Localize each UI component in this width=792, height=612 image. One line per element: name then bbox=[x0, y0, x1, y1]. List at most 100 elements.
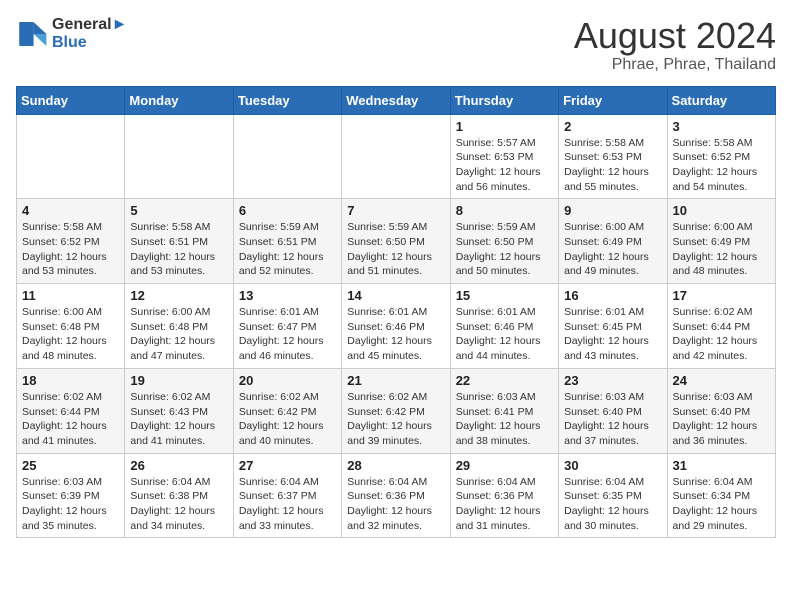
cell-w2-d7: 10 Sunrise: 6:00 AMSunset: 6:49 PMDayligh… bbox=[667, 199, 775, 284]
cell-w3-d5: 15Sunrise: 6:01 AMSunset: 6:46 PMDayligh… bbox=[450, 284, 558, 369]
day-info: Sunrise: 6:01 AMSunset: 6:47 PMDaylight:… bbox=[239, 305, 336, 364]
header-sunday: Sunday bbox=[17, 86, 125, 114]
day-number: 2 bbox=[564, 119, 661, 134]
day-info: Sunrise: 6:01 AMSunset: 6:46 PMDaylight:… bbox=[456, 305, 553, 364]
cell-w1-d2 bbox=[125, 114, 233, 199]
day-number: 21 bbox=[347, 373, 444, 388]
day-info: Sunrise: 5:59 AMSunset: 6:50 PMDaylight:… bbox=[456, 220, 553, 279]
cell-w5-d4: 28 Sunrise: 6:04 AMSunset: 6:36 PMDayligh… bbox=[342, 453, 450, 538]
day-number: 6 bbox=[239, 203, 336, 218]
calendar-table: Sunday Monday Tuesday Wednesday Thursday… bbox=[16, 86, 776, 539]
day-info: Sunrise: 6:03 AMSunset: 6:40 PMDaylight:… bbox=[564, 390, 661, 449]
day-number: 24 bbox=[673, 373, 770, 388]
cell-w2-d2: 5 Sunrise: 5:58 AMSunset: 6:51 PMDaylight… bbox=[125, 199, 233, 284]
cell-w4-d4: 21Sunrise: 6:02 AMSunset: 6:42 PMDayligh… bbox=[342, 368, 450, 453]
day-info: Sunrise: 6:03 AMSunset: 6:40 PMDaylight:… bbox=[673, 390, 770, 449]
day-info: Sunrise: 6:04 AMSunset: 6:36 PMDaylight:… bbox=[347, 475, 444, 534]
day-number: 31 bbox=[673, 458, 770, 473]
cell-w2-d3: 6 Sunrise: 5:59 AMSunset: 6:51 PMDaylight… bbox=[233, 199, 341, 284]
day-number: 28 bbox=[347, 458, 444, 473]
day-number: 4 bbox=[22, 203, 119, 218]
day-info: Sunrise: 6:00 AMSunset: 6:49 PMDaylight:… bbox=[673, 220, 770, 279]
day-info: Sunrise: 6:04 AMSunset: 6:37 PMDaylight:… bbox=[239, 475, 336, 534]
day-number: 30 bbox=[564, 458, 661, 473]
calendar-title: August 2024 bbox=[574, 16, 776, 56]
cell-w4-d6: 23Sunrise: 6:03 AMSunset: 6:40 PMDayligh… bbox=[559, 368, 667, 453]
day-number: 12 bbox=[130, 288, 227, 303]
day-info: Sunrise: 5:58 AMSunset: 6:52 PMDaylight:… bbox=[673, 136, 770, 195]
day-number: 16 bbox=[564, 288, 661, 303]
day-info: Sunrise: 5:58 AMSunset: 6:51 PMDaylight:… bbox=[130, 220, 227, 279]
day-number: 18 bbox=[22, 373, 119, 388]
cell-w1-d7: 3 Sunrise: 5:58 AMSunset: 6:52 PMDaylight… bbox=[667, 114, 775, 199]
logo: General► Blue bbox=[16, 16, 127, 52]
day-info: Sunrise: 5:57 AMSunset: 6:53 PMDaylight:… bbox=[456, 136, 553, 195]
cell-w1-d5: 1 Sunrise: 5:57 AMSunset: 6:53 PMDaylight… bbox=[450, 114, 558, 199]
week-row-4: 18 Sunrise: 6:02 AMSunset: 6:44 PMDayligh… bbox=[17, 368, 776, 453]
day-number: 1 bbox=[456, 119, 553, 134]
day-number: 14 bbox=[347, 288, 444, 303]
cell-w2-d1: 4 Sunrise: 5:58 AMSunset: 6:52 PMDaylight… bbox=[17, 199, 125, 284]
cell-w4-d5: 22 Sunrise: 6:03 AMSunset: 6:41 PMDayligh… bbox=[450, 368, 558, 453]
cell-w1-d6: 2 Sunrise: 5:58 AMSunset: 6:53 PMDaylight… bbox=[559, 114, 667, 199]
cell-w5-d7: 31 Sunrise: 6:04 AMSunset: 6:34 PMDayligh… bbox=[667, 453, 775, 538]
day-info: Sunrise: 5:59 AMSunset: 6:51 PMDaylight:… bbox=[239, 220, 336, 279]
day-info: Sunrise: 6:04 AMSunset: 6:38 PMDaylight:… bbox=[130, 475, 227, 534]
day-info: Sunrise: 6:03 AMSunset: 6:39 PMDaylight:… bbox=[22, 475, 119, 534]
header-monday: Monday bbox=[125, 86, 233, 114]
days-header-row: Sunday Monday Tuesday Wednesday Thursday… bbox=[17, 86, 776, 114]
header-thursday: Thursday bbox=[450, 86, 558, 114]
day-number: 7 bbox=[347, 203, 444, 218]
day-number: 22 bbox=[456, 373, 553, 388]
cell-w1-d4 bbox=[342, 114, 450, 199]
day-info: Sunrise: 6:01 AMSunset: 6:46 PMDaylight:… bbox=[347, 305, 444, 364]
cell-w3-d1: 11Sunrise: 6:00 AMSunset: 6:48 PMDayligh… bbox=[17, 284, 125, 369]
week-row-5: 25 Sunrise: 6:03 AMSunset: 6:39 PMDayligh… bbox=[17, 453, 776, 538]
cell-w2-d5: 8 Sunrise: 5:59 AMSunset: 6:50 PMDaylight… bbox=[450, 199, 558, 284]
day-info: Sunrise: 6:04 AMSunset: 6:34 PMDaylight:… bbox=[673, 475, 770, 534]
day-number: 20 bbox=[239, 373, 336, 388]
cell-w3-d2: 12 Sunrise: 6:00 AMSunset: 6:48 PMDayligh… bbox=[125, 284, 233, 369]
header-friday: Friday bbox=[559, 86, 667, 114]
calendar-subtitle: Phrae, Phrae, Thailand bbox=[574, 56, 776, 74]
day-number: 10 bbox=[673, 203, 770, 218]
day-number: 26 bbox=[130, 458, 227, 473]
title-area: August 2024 Phrae, Phrae, Thailand bbox=[574, 16, 776, 74]
week-row-1: 1 Sunrise: 5:57 AMSunset: 6:53 PMDaylight… bbox=[17, 114, 776, 199]
cell-w5-d2: 26 Sunrise: 6:04 AMSunset: 6:38 PMDayligh… bbox=[125, 453, 233, 538]
week-row-3: 11Sunrise: 6:00 AMSunset: 6:48 PMDayligh… bbox=[17, 284, 776, 369]
day-number: 17 bbox=[673, 288, 770, 303]
cell-w5-d3: 27Sunrise: 6:04 AMSunset: 6:37 PMDayligh… bbox=[233, 453, 341, 538]
cell-w3-d3: 13 Sunrise: 6:01 AMSunset: 6:47 PMDayligh… bbox=[233, 284, 341, 369]
cell-w4-d7: 24 Sunrise: 6:03 AMSunset: 6:40 PMDayligh… bbox=[667, 368, 775, 453]
day-number: 13 bbox=[239, 288, 336, 303]
cell-w2-d4: 7 Sunrise: 5:59 AMSunset: 6:50 PMDaylight… bbox=[342, 199, 450, 284]
header-tuesday: Tuesday bbox=[233, 86, 341, 114]
day-info: Sunrise: 6:03 AMSunset: 6:41 PMDaylight:… bbox=[456, 390, 553, 449]
day-info: Sunrise: 6:00 AMSunset: 6:48 PMDaylight:… bbox=[22, 305, 119, 364]
day-info: Sunrise: 5:58 AMSunset: 6:53 PMDaylight:… bbox=[564, 136, 661, 195]
header-saturday: Saturday bbox=[667, 86, 775, 114]
day-number: 3 bbox=[673, 119, 770, 134]
day-number: 5 bbox=[130, 203, 227, 218]
cell-w1-d3 bbox=[233, 114, 341, 199]
day-info: Sunrise: 6:02 AMSunset: 6:44 PMDaylight:… bbox=[673, 305, 770, 364]
logo-icon bbox=[16, 18, 48, 50]
logo-text: General► Blue bbox=[52, 16, 127, 52]
day-info: Sunrise: 6:02 AMSunset: 6:44 PMDaylight:… bbox=[22, 390, 119, 449]
header-wednesday: Wednesday bbox=[342, 86, 450, 114]
cell-w5-d5: 29Sunrise: 6:04 AMSunset: 6:36 PMDayligh… bbox=[450, 453, 558, 538]
day-info: Sunrise: 6:02 AMSunset: 6:42 PMDaylight:… bbox=[239, 390, 336, 449]
day-info: Sunrise: 6:00 AMSunset: 6:49 PMDaylight:… bbox=[564, 220, 661, 279]
day-info: Sunrise: 5:59 AMSunset: 6:50 PMDaylight:… bbox=[347, 220, 444, 279]
cell-w4-d1: 18 Sunrise: 6:02 AMSunset: 6:44 PMDayligh… bbox=[17, 368, 125, 453]
cell-w4-d3: 20 Sunrise: 6:02 AMSunset: 6:42 PMDayligh… bbox=[233, 368, 341, 453]
day-number: 25 bbox=[22, 458, 119, 473]
cell-w1-d1 bbox=[17, 114, 125, 199]
day-info: Sunrise: 5:58 AMSunset: 6:52 PMDaylight:… bbox=[22, 220, 119, 279]
day-number: 29 bbox=[456, 458, 553, 473]
cell-w3-d6: 16 Sunrise: 6:01 AMSunset: 6:45 PMDayligh… bbox=[559, 284, 667, 369]
day-info: Sunrise: 6:00 AMSunset: 6:48 PMDaylight:… bbox=[130, 305, 227, 364]
day-info: Sunrise: 6:01 AMSunset: 6:45 PMDaylight:… bbox=[564, 305, 661, 364]
day-number: 8 bbox=[456, 203, 553, 218]
